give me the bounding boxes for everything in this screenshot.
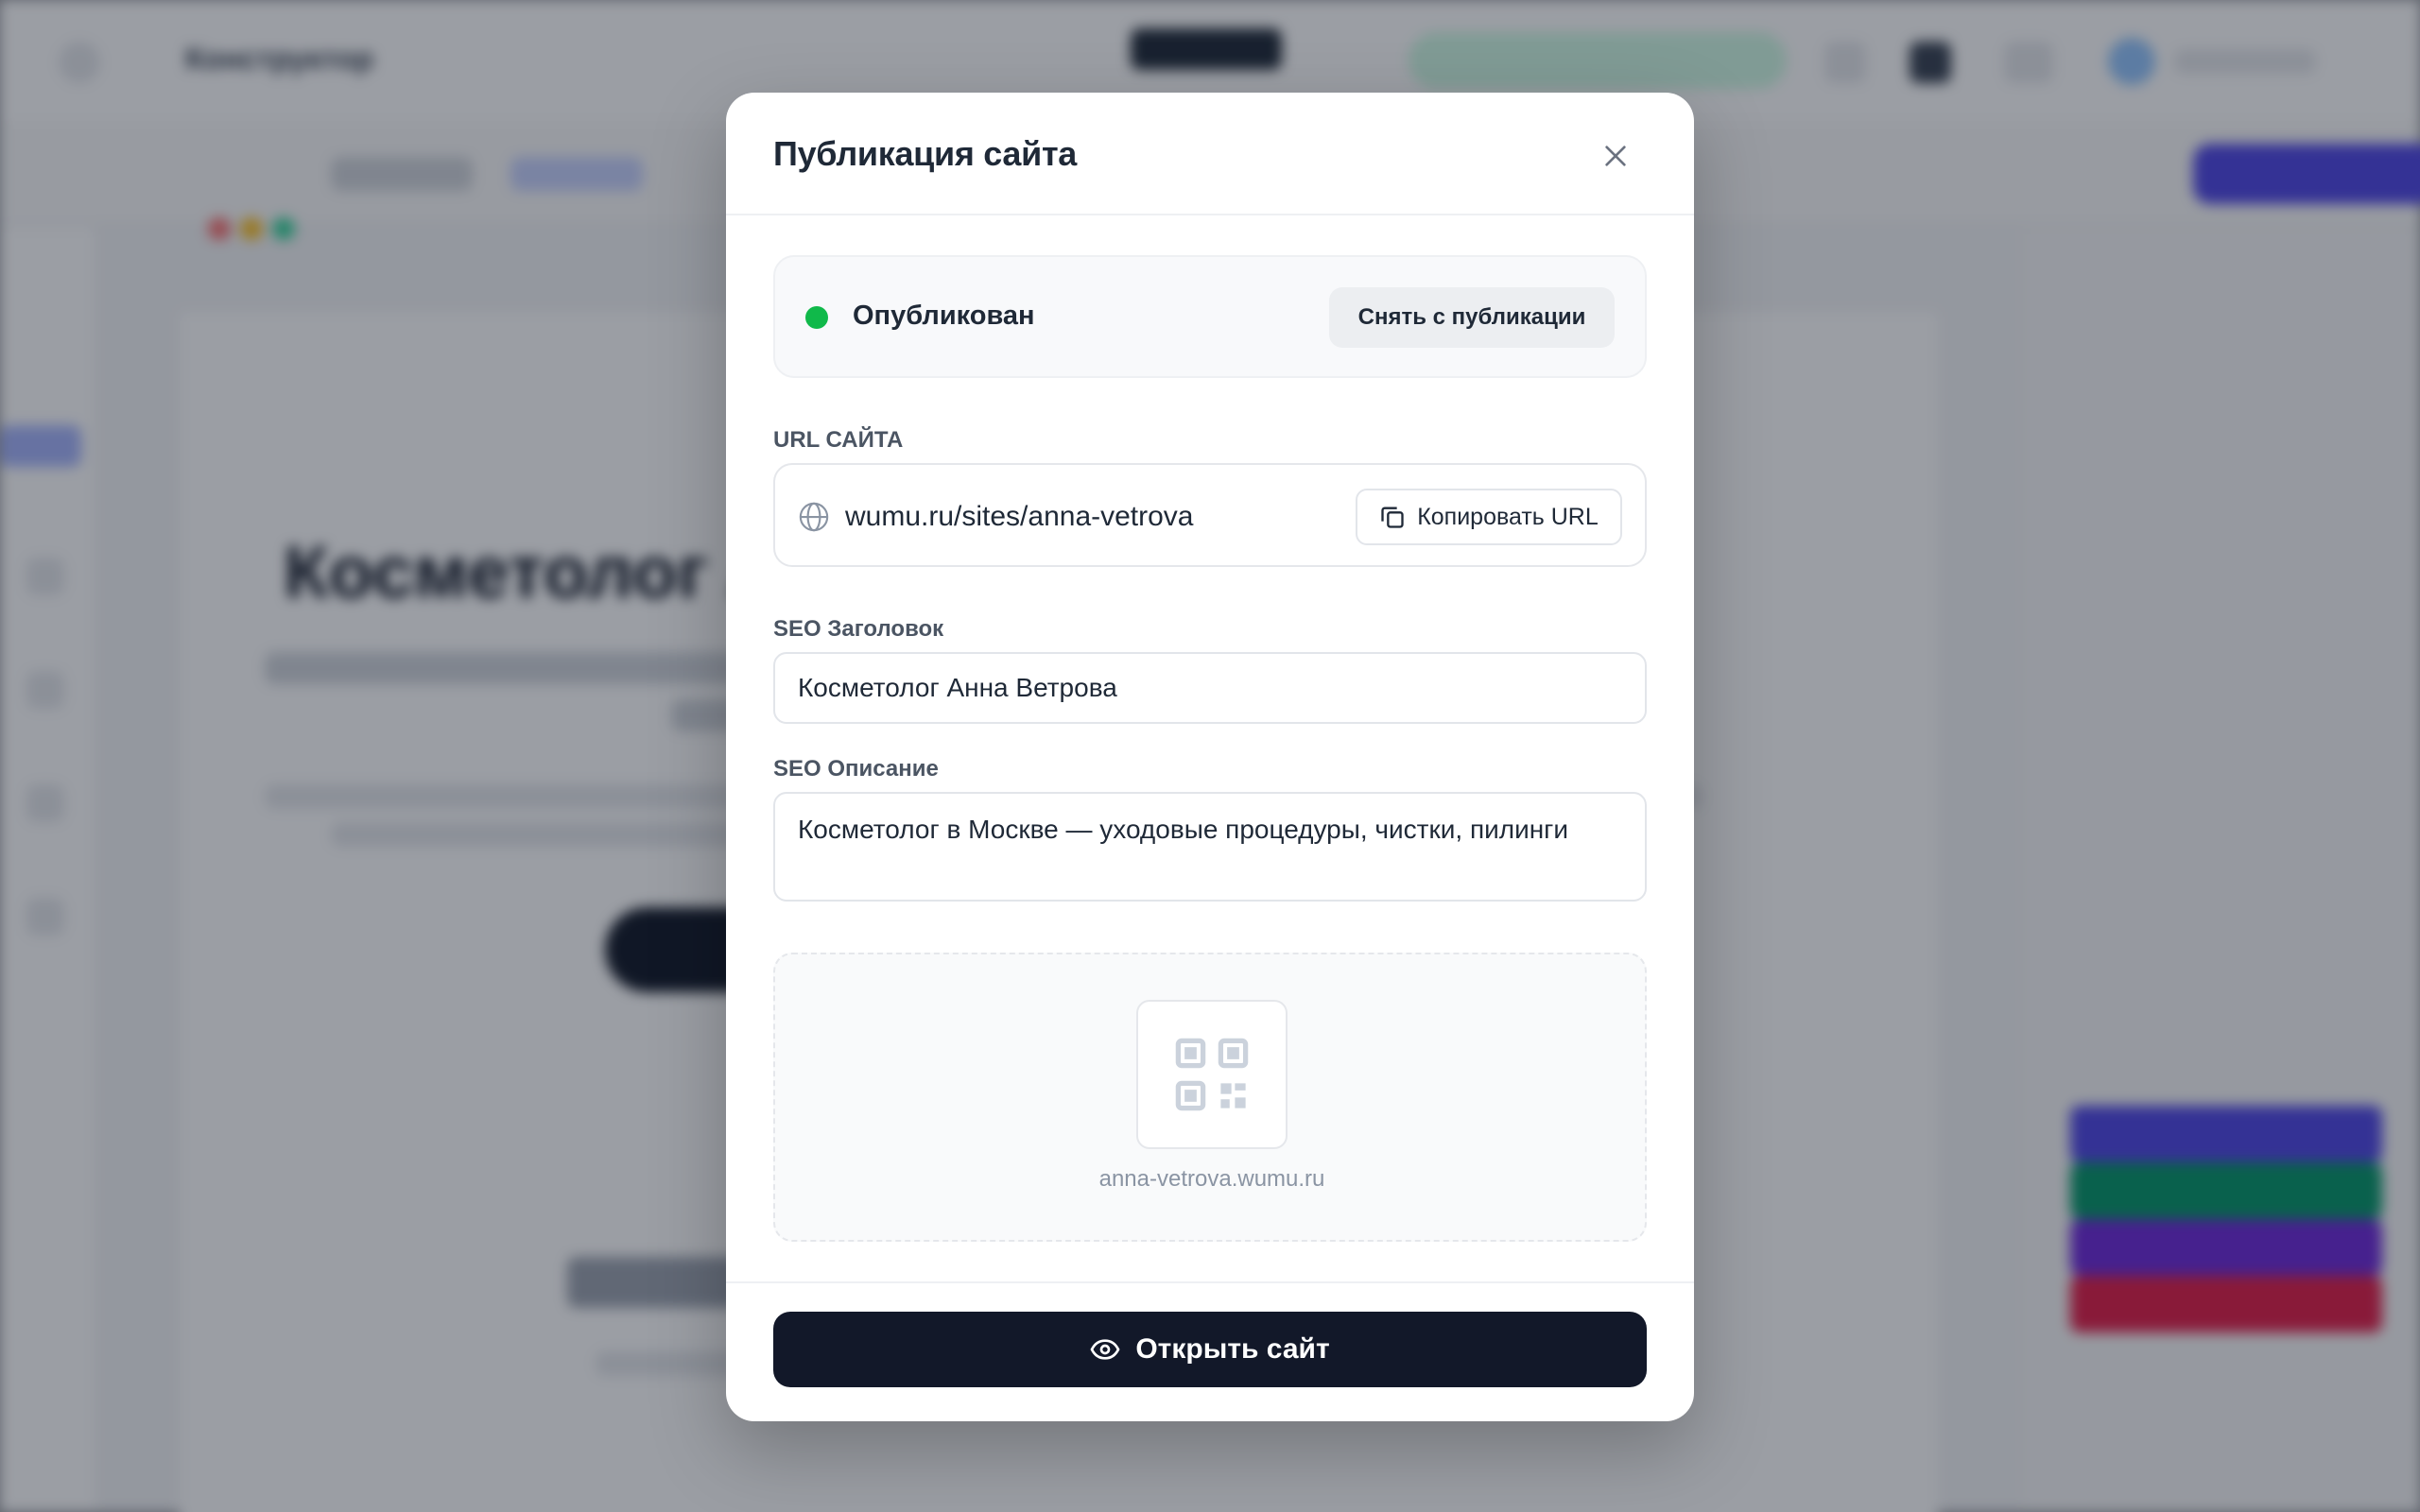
close-button[interactable] (1592, 132, 1639, 180)
publish-modal: Публикация сайта Опубликован Снять с пуб… (726, 93, 1694, 1421)
seo-title-label: SEO Заголовок (773, 616, 944, 642)
seo-title-input[interactable] (773, 652, 1647, 724)
qr-caption: anna-vetrova.wumu.ru (1098, 1166, 1325, 1192)
qr-code-area: anna-vetrova.wumu.ru (773, 953, 1647, 1242)
modal-footer: Открыть сайт (726, 1281, 1694, 1421)
modal-title: Публикация сайта (773, 134, 1078, 173)
status-indicator-dot (805, 306, 828, 329)
site-url-text: wumu.ru/sites/anna-vetrova (845, 501, 1194, 532)
site-url-box: wumu.ru/sites/anna-vetrova Копировать UR… (773, 463, 1647, 567)
qr-code-icon (1175, 1038, 1249, 1111)
unpublish-button[interactable]: Снять с публикации (1329, 287, 1615, 348)
copy-icon (1381, 507, 1404, 528)
eye-icon (1090, 1339, 1120, 1360)
close-icon (1605, 146, 1626, 166)
status-label: Опубликован (853, 301, 1035, 331)
qr-code-box (1136, 1000, 1288, 1149)
copy-url-button[interactable]: Копировать URL (1356, 489, 1622, 545)
url-section-label: URL САЙТА (773, 427, 904, 453)
globe-icon (799, 502, 829, 532)
publish-status-card: Опубликован Снять с публикации (773, 255, 1647, 378)
copy-url-label: Копировать URL (1417, 503, 1599, 530)
open-site-button[interactable]: Открыть сайт (773, 1312, 1647, 1387)
open-site-label: Открыть сайт (1135, 1333, 1330, 1365)
seo-description-input[interactable]: Косметолог в Москве — уходовые процедуры… (773, 792, 1647, 902)
seo-description-label: SEO Описание (773, 756, 939, 782)
modal-header: Публикация сайта (726, 93, 1694, 215)
